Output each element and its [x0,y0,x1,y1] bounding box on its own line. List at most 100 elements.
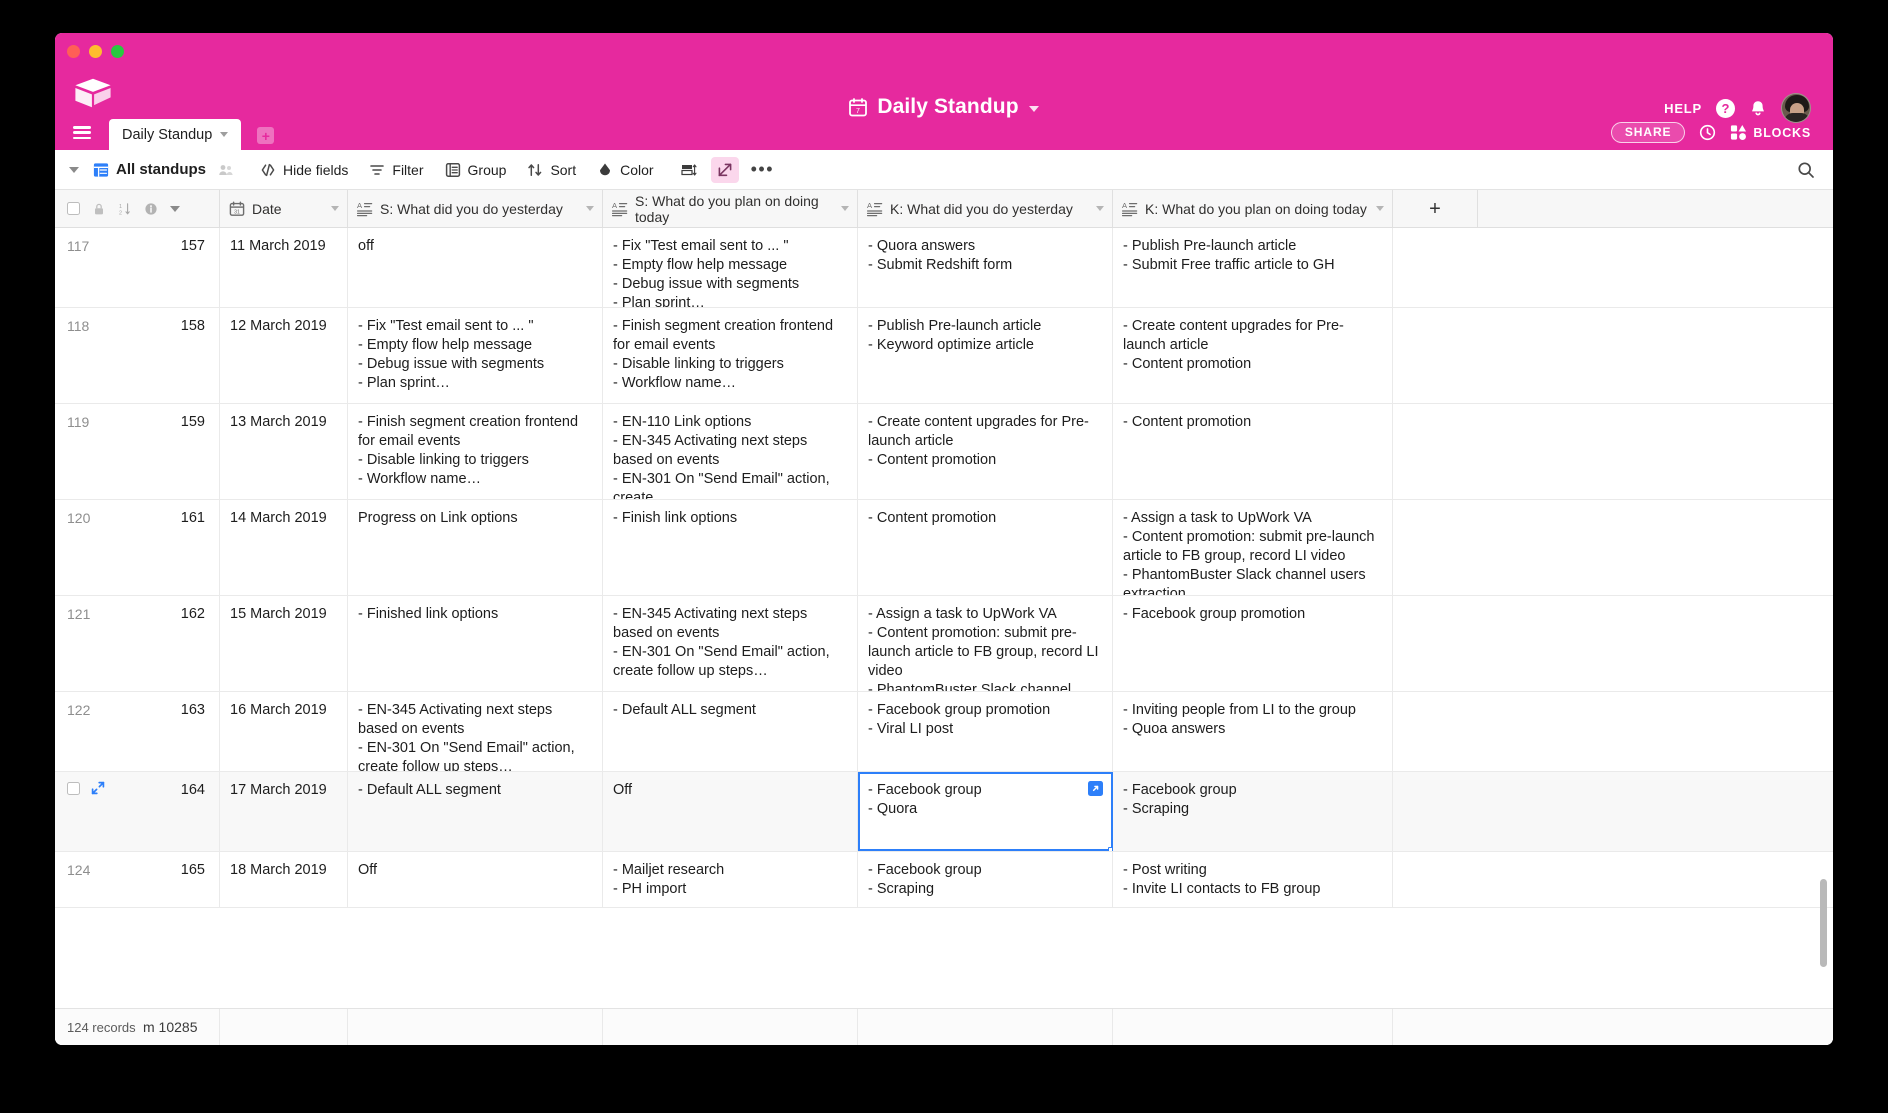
sort-button[interactable]: Sort [527,162,576,178]
cell-k-today[interactable]: - Content promotion [1113,404,1393,499]
airtable-logo-icon[interactable] [71,71,115,115]
tab-daily-standup[interactable]: Daily Standup [109,119,242,150]
footer-cell-k-today[interactable] [1113,1009,1393,1045]
expand-record-icon[interactable] [91,781,105,795]
cell-s-yesterday[interactable]: Off [348,852,603,907]
row-number-cell[interactable]: 121 162 [55,596,220,691]
sort-number-icon[interactable]: 1 2 [118,202,132,216]
current-view-button[interactable]: All standups [93,161,206,178]
cell-s-today[interactable]: - EN-110 Link options - EN-345 Activating… [603,404,858,499]
cell-k-yesterday[interactable]: - Facebook group - Quora [858,772,1113,851]
add-field-button[interactable]: + [1393,190,1478,227]
fill-handle[interactable] [1108,847,1112,851]
chevron-down-icon[interactable] [1376,206,1384,211]
chevron-down-icon[interactable] [220,132,229,137]
cell-k-today[interactable]: - Facebook group - Scraping [1113,772,1393,851]
footer-cell-s-today[interactable] [603,1009,858,1045]
maximize-window-button[interactable] [111,45,124,58]
cell-k-today[interactable]: - Post writing - Invite LI contacts to FB… [1113,852,1393,907]
info-icon[interactable] [144,202,158,216]
cell-s-yesterday[interactable]: - Finish segment creation frontend for e… [348,404,603,499]
cell-s-today[interactable]: - Finish link options [603,500,858,595]
column-header-k-today[interactable]: A K: What do you plan on doing today [1113,190,1393,227]
history-clock-icon[interactable] [1699,124,1716,141]
table-row[interactable]: 117 157 11 March 2019 off - Fix "Test email … [55,228,1833,308]
cell-s-today[interactable]: - Finish segment creation frontend for e… [603,308,858,403]
table-row[interactable]: 119 159 13 March 2019 - Finish segment crea… [55,404,1833,500]
cell-s-yesterday[interactable]: Progress on Link options [348,500,603,595]
sidebar-collapse-chevron-down-icon[interactable] [69,166,79,173]
share-button[interactable]: SHARE [1610,122,1686,143]
cell-k-today[interactable]: - Create content upgrades for Pre-launch… [1113,308,1393,403]
chevron-down-icon[interactable] [841,206,849,211]
table-row[interactable]: 118 158 12 March 2019 - Fix "Test email sen… [55,308,1833,404]
minimize-window-button[interactable] [89,45,102,58]
cell-k-today[interactable]: - Facebook group promotion [1113,596,1393,691]
row-number-cell[interactable]: 124 165 [55,852,220,907]
row-controls-chevron-down-icon[interactable] [170,205,180,212]
row-select-checkbox[interactable] [67,781,80,795]
column-header-k-yesterday[interactable]: A K: What did you do yesterday [858,190,1113,227]
more-options-button[interactable]: ••• [751,160,774,178]
cell-date[interactable]: 18 March 2019 [220,852,348,907]
row-number-cell[interactable]: 120 161 [55,500,220,595]
cell-k-yesterday[interactable]: - Facebook group promotion - Viral LI pos… [858,692,1113,771]
table-row[interactable]: 120 161 14 March 2019 Progress on Link opti… [55,500,1833,596]
select-all-checkbox[interactable] [67,202,80,215]
blocks-button[interactable]: BLOCKS [1730,124,1811,141]
table-row[interactable]: 122 163 16 March 2019 - EN-345 Activating n… [55,692,1833,772]
cell-expand-icon[interactable] [1088,781,1103,796]
lock-icon[interactable] [92,202,106,216]
cell-s-yesterday[interactable]: - Fix "Test email sent to ... " - Empty f… [348,308,603,403]
column-header-s-today[interactable]: A S: What do you plan on doing today [603,190,858,227]
cell-s-yesterday[interactable]: - EN-345 Activating next steps based on … [348,692,603,771]
title-chevron-down-icon[interactable] [1028,106,1039,112]
search-icon[interactable] [1797,161,1815,179]
row-number-cell[interactable]: 119 159 [55,404,220,499]
row-number-cell[interactable]: 117 157 [55,228,220,307]
cell-k-today[interactable]: - Inviting people from LI to the group - … [1113,692,1393,771]
close-window-button[interactable] [67,45,80,58]
table-row[interactable]: 164 17 March 2019 - Default ALL segment Off… [55,772,1833,852]
chevron-down-icon[interactable] [331,206,339,211]
cell-s-yesterday[interactable]: - Finished link options [348,596,603,691]
share-view-button[interactable] [710,156,739,183]
cell-date[interactable]: 12 March 2019 [220,308,348,403]
cell-date[interactable]: 14 March 2019 [220,500,348,595]
cell-k-yesterday[interactable]: - Facebook group - Scraping [858,852,1113,907]
cell-date[interactable]: 15 March 2019 [220,596,348,691]
vertical-scrollbar[interactable] [1820,879,1827,967]
cell-k-yesterday[interactable]: - Create content upgrades for Pre-launch… [858,404,1113,499]
cell-s-yesterday[interactable]: - Default ALL segment [348,772,603,851]
footer-cell-date[interactable] [220,1009,348,1045]
table-row[interactable]: 121 162 15 March 2019 - Finished link optio… [55,596,1833,692]
cell-date[interactable]: 13 March 2019 [220,404,348,499]
summary-value[interactable]: m 10285 [143,1019,197,1035]
column-header-date[interactable]: 31 Date [220,190,348,227]
footer-cell-k-yesterday[interactable] [858,1009,1113,1045]
add-table-button[interactable]: + [257,127,275,144]
column-header-s-yesterday[interactable]: A S: What did you do yesterday [348,190,603,227]
cell-s-today[interactable]: - Mailjet research - PH import [603,852,858,907]
table-row[interactable]: 124 165 18 March 2019 Off - Mailjet research… [55,852,1833,908]
cell-date[interactable]: 16 March 2019 [220,692,348,771]
footer-cell-s-yesterday[interactable] [348,1009,603,1045]
cell-s-today[interactable]: - EN-345 Activating next steps based on … [603,596,858,691]
cell-s-today[interactable]: - Fix "Test email sent to ... " - Empty f… [603,228,858,307]
row-number-cell[interactable]: 164 [55,772,220,851]
row-number-cell[interactable]: 118 158 [55,308,220,403]
collaborators-icon[interactable] [218,162,234,178]
row-height-button[interactable] [675,157,703,183]
color-button[interactable]: Color [597,162,654,178]
cell-date[interactable]: 17 March 2019 [220,772,348,851]
group-button[interactable]: Group [445,162,506,178]
cell-s-yesterday[interactable]: off [348,228,603,307]
cell-k-today[interactable]: - Assign a task to UpWork VA - Content pr… [1113,500,1393,595]
cell-k-yesterday[interactable]: - Content promotion [858,500,1113,595]
cell-k-yesterday[interactable]: - Assign a task to UpWork VA - Content pr… [858,596,1113,691]
grid-rows[interactable]: 117 157 11 March 2019 off - Fix "Test email … [55,228,1833,1008]
hide-fields-button[interactable]: Hide fields [260,162,348,178]
chevron-down-icon[interactable] [586,206,594,211]
cell-k-yesterday[interactable]: - Publish Pre-launch article - Keyword op… [858,308,1113,403]
cell-date[interactable]: 11 March 2019 [220,228,348,307]
